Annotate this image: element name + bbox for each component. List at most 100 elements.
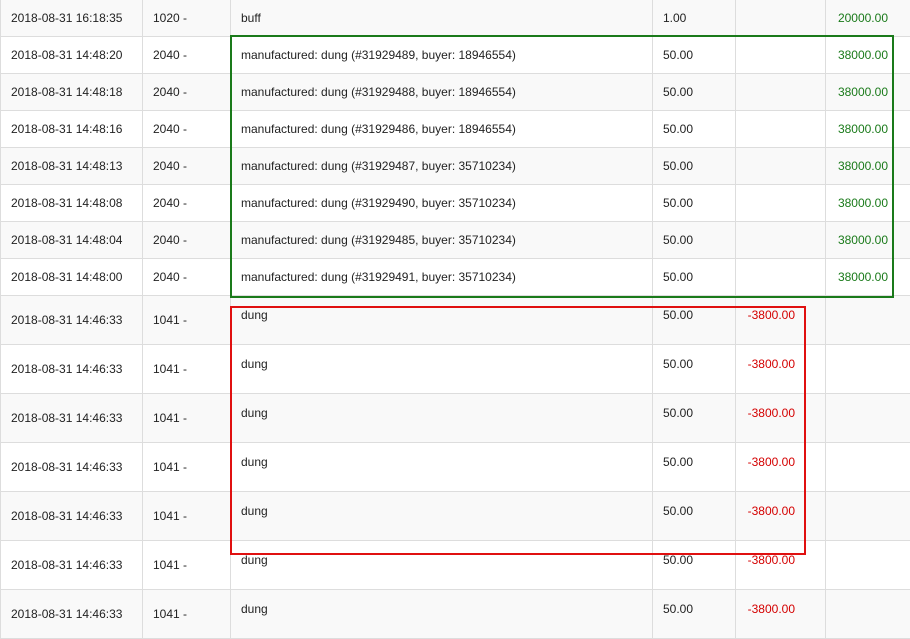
transaction-quantity-cell: 50.00 (653, 443, 736, 492)
table-row: 2018-08-31 14:46:331041 -dung50.00-3800.… (1, 492, 910, 541)
transaction-description-cell: dung (231, 590, 653, 639)
transaction-quantity-cell: 50.00 (653, 148, 736, 185)
transaction-credit-cell: 38000.00 (826, 37, 910, 74)
transaction-code-cell: 1041 - (143, 590, 231, 639)
transaction-credit-cell: 38000.00 (826, 185, 910, 222)
transaction-credit-cell (826, 296, 910, 345)
transaction-code-cell: 2040 - (143, 259, 231, 296)
transaction-quantity-cell: 50.00 (653, 111, 736, 148)
transaction-credit-cell (826, 443, 910, 492)
transaction-code-cell: 1041 - (143, 394, 231, 443)
transaction-debit-cell (736, 111, 826, 148)
transaction-code-cell: 2040 - (143, 185, 231, 222)
transaction-quantity-cell: 50.00 (653, 222, 736, 259)
table-row: 2018-08-31 14:48:202040 -manufactured: d… (1, 37, 910, 74)
transaction-description-cell: manufactured: dung (#31929488, buyer: 18… (231, 74, 653, 111)
transaction-date-cell: 2018-08-31 14:46:33 (1, 541, 143, 590)
transaction-debit-cell: -3800.00 (736, 541, 826, 590)
transaction-quantity-cell: 50.00 (653, 541, 736, 590)
transaction-date-cell: 2018-08-31 14:48:16 (1, 111, 143, 148)
transaction-credit-cell (826, 345, 910, 394)
table-row: 2018-08-31 14:46:331041 -dung50.00-3800.… (1, 394, 910, 443)
transaction-description-cell: buff (231, 0, 653, 37)
transaction-debit-cell (736, 185, 826, 222)
transaction-date-cell: 2018-08-31 14:48:08 (1, 185, 143, 222)
transaction-date-cell: 2018-08-31 14:48:00 (1, 259, 143, 296)
transaction-date-cell: 2018-08-31 14:48:13 (1, 148, 143, 185)
transaction-date-cell: 2018-08-31 14:48:04 (1, 222, 143, 259)
transaction-description-cell: manufactured: dung (#31929485, buyer: 35… (231, 222, 653, 259)
transaction-quantity-cell: 50.00 (653, 185, 736, 222)
transaction-description-cell: manufactured: dung (#31929487, buyer: 35… (231, 148, 653, 185)
transaction-date-cell: 2018-08-31 14:46:33 (1, 443, 143, 492)
transaction-debit-cell (736, 259, 826, 296)
transaction-description-cell: manufactured: dung (#31929486, buyer: 18… (231, 111, 653, 148)
table-row: 2018-08-31 14:46:331041 -dung50.00-3800.… (1, 541, 910, 590)
transaction-code-cell: 2040 - (143, 37, 231, 74)
transaction-table-body: 2018-08-31 16:18:351020 -buff1.0020000.0… (1, 0, 910, 639)
transaction-code-cell: 1041 - (143, 345, 231, 394)
transaction-code-cell: 2040 - (143, 148, 231, 185)
transaction-quantity-cell: 50.00 (653, 394, 736, 443)
table-row: 2018-08-31 14:46:331041 -dung50.00-3800.… (1, 590, 910, 639)
transaction-quantity-cell: 50.00 (653, 345, 736, 394)
transaction-description-cell: manufactured: dung (#31929490, buyer: 35… (231, 185, 653, 222)
transaction-description-cell: dung (231, 541, 653, 590)
transaction-debit-cell (736, 148, 826, 185)
transaction-description-cell: dung (231, 443, 653, 492)
table-row: 2018-08-31 14:48:042040 -manufactured: d… (1, 222, 910, 259)
transaction-code-cell: 1041 - (143, 443, 231, 492)
table-row: 2018-08-31 14:46:331041 -dung50.00-3800.… (1, 443, 910, 492)
table-row: 2018-08-31 14:46:331041 -dung50.00-3800.… (1, 296, 910, 345)
transaction-date-cell: 2018-08-31 14:48:20 (1, 37, 143, 74)
transaction-quantity-cell: 50.00 (653, 259, 736, 296)
table-row: 2018-08-31 16:18:351020 -buff1.0020000.0… (1, 0, 910, 37)
transaction-code-cell: 2040 - (143, 74, 231, 111)
transaction-code-cell: 1041 - (143, 492, 231, 541)
transaction-credit-cell: 38000.00 (826, 222, 910, 259)
transaction-code-cell: 2040 - (143, 222, 231, 259)
transaction-table: 2018-08-31 16:18:351020 -buff1.0020000.0… (0, 0, 910, 639)
transaction-credit-cell: 38000.00 (826, 74, 910, 111)
transaction-date-cell: 2018-08-31 14:46:33 (1, 296, 143, 345)
table-row: 2018-08-31 14:48:182040 -manufactured: d… (1, 74, 910, 111)
transaction-quantity-cell: 50.00 (653, 37, 736, 74)
transaction-description-cell: manufactured: dung (#31929491, buyer: 35… (231, 259, 653, 296)
transaction-debit-cell (736, 0, 826, 37)
transaction-description-cell: manufactured: dung (#31929489, buyer: 18… (231, 37, 653, 74)
transaction-credit-cell: 38000.00 (826, 148, 910, 185)
table-row: 2018-08-31 14:48:132040 -manufactured: d… (1, 148, 910, 185)
transaction-description-cell: dung (231, 492, 653, 541)
transaction-quantity-cell: 50.00 (653, 296, 736, 345)
transaction-debit-cell: -3800.00 (736, 345, 826, 394)
transaction-date-cell: 2018-08-31 14:46:33 (1, 590, 143, 639)
transaction-date-cell: 2018-08-31 14:46:33 (1, 345, 143, 394)
transaction-credit-cell (826, 590, 910, 639)
transaction-description-cell: dung (231, 296, 653, 345)
transaction-debit-cell (736, 74, 826, 111)
transaction-debit-cell: -3800.00 (736, 443, 826, 492)
transaction-date-cell: 2018-08-31 14:46:33 (1, 394, 143, 443)
transaction-debit-cell: -3800.00 (736, 492, 826, 541)
table-row: 2018-08-31 14:48:002040 -manufactured: d… (1, 259, 910, 296)
transaction-quantity-cell: 50.00 (653, 492, 736, 541)
transaction-debit-cell: -3800.00 (736, 394, 826, 443)
transaction-debit-cell (736, 222, 826, 259)
transaction-code-cell: 1041 - (143, 541, 231, 590)
transaction-description-cell: dung (231, 345, 653, 394)
transaction-credit-cell (826, 394, 910, 443)
transaction-quantity-cell: 1.00 (653, 0, 736, 37)
transaction-quantity-cell: 50.00 (653, 74, 736, 111)
transaction-date-cell: 2018-08-31 14:46:33 (1, 492, 143, 541)
transaction-description-cell: dung (231, 394, 653, 443)
transaction-date-cell: 2018-08-31 14:48:18 (1, 74, 143, 111)
transaction-code-cell: 1020 - (143, 0, 231, 37)
transaction-code-cell: 1041 - (143, 296, 231, 345)
transaction-debit-cell: -3800.00 (736, 590, 826, 639)
table-row: 2018-08-31 14:46:331041 -dung50.00-3800.… (1, 345, 910, 394)
transaction-credit-cell (826, 541, 910, 590)
transaction-date-cell: 2018-08-31 16:18:35 (1, 0, 143, 37)
transaction-quantity-cell: 50.00 (653, 590, 736, 639)
transaction-credit-cell (826, 492, 910, 541)
table-row: 2018-08-31 14:48:162040 -manufactured: d… (1, 111, 910, 148)
